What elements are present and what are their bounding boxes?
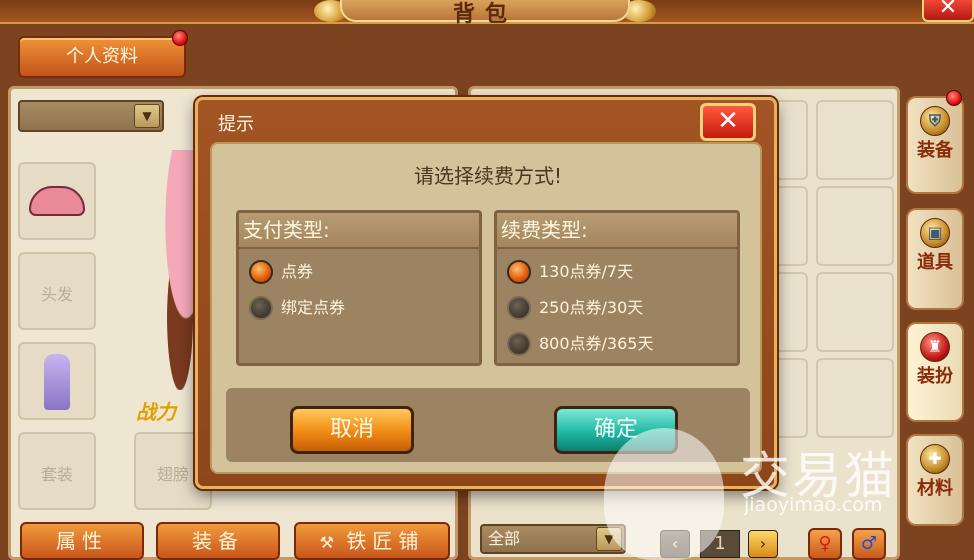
dialog-close-button[interactable]: ✕ — [700, 103, 756, 141]
next-page-button[interactable]: › — [748, 530, 778, 558]
renew-option-365d[interactable]: 800点券/365天 — [507, 329, 653, 359]
chevron-down-icon[interactable]: ▼ — [134, 104, 160, 128]
blacksmith-label: 铁匠铺 — [346, 529, 425, 553]
tab-equipment-label: 装备 — [917, 140, 953, 161]
item-slot[interactable] — [816, 272, 894, 352]
pay-option-label: 点券 — [281, 262, 314, 281]
tab-materials-label: 材料 — [917, 478, 953, 499]
radio-unselected-icon[interactable] — [507, 296, 531, 320]
radio-selected-icon[interactable] — [249, 260, 273, 284]
cancel-button[interactable]: 取消 — [290, 406, 414, 454]
radio-unselected-icon[interactable] — [249, 296, 273, 320]
pay-type-group: 支付类型: 点券 绑定点券 — [236, 210, 482, 366]
pay-option-bound-coupon[interactable]: 绑定点券 — [249, 293, 345, 323]
window-close-button[interactable]: ✕ — [922, 0, 974, 22]
puzzle-icon: ✚ — [920, 444, 950, 474]
attributes-button[interactable]: 属性 — [20, 522, 144, 560]
slot-dress[interactable] — [18, 342, 96, 420]
slot-hair[interactable]: 头发 — [18, 252, 96, 330]
item-slot[interactable] — [816, 358, 894, 438]
watermark-cat-logo — [604, 428, 724, 560]
pay-option-label: 绑定点券 — [281, 298, 346, 317]
outfit-icon: ♜ — [920, 332, 950, 362]
dialog-prompt: 请选择续费方式! — [413, 164, 563, 188]
notification-dot-icon — [946, 90, 962, 106]
power-label: 战力 — [136, 400, 176, 424]
tab-outfit[interactable]: ♜ 装扮 — [906, 322, 964, 422]
male-filter-button[interactable]: ♂ — [852, 528, 886, 560]
watermark-url: jiaoyimao.com — [744, 494, 883, 516]
filter-dropdown[interactable]: 全部 ▼ — [480, 524, 626, 554]
renew-option-30d[interactable]: 250点券/30天 — [507, 293, 643, 323]
equipment-button[interactable]: 装备 — [156, 522, 280, 560]
tab-outfit-label: 装扮 — [917, 366, 953, 387]
renew-type-group: 续费类型: 130点券/7天 250点券/30天 800点券/365天 — [494, 210, 740, 366]
tab-profile[interactable]: 个人资料 — [18, 36, 186, 78]
pink-hat-icon — [29, 186, 85, 216]
notification-dot-icon — [172, 30, 188, 46]
item-slot[interactable] — [816, 100, 894, 180]
dress-icon — [44, 354, 70, 410]
renew-option-label: 800点券/365天 — [539, 334, 654, 353]
dialog-title: 提示 — [218, 114, 254, 135]
chest-icon: ▣ — [920, 218, 950, 248]
hammer-icon: ⚒ — [319, 533, 334, 552]
renew-type-title: 续费类型: — [497, 213, 737, 249]
item-slot[interactable] — [816, 186, 894, 266]
radio-unselected-icon[interactable] — [507, 332, 531, 356]
dialog-body: 请选择续费方式! 支付类型: 点券 绑定点券 续费类型: 130点券/7天 25… — [210, 142, 762, 474]
tab-items[interactable]: ▣ 道具 — [906, 208, 964, 310]
renew-option-label: 250点券/30天 — [539, 298, 644, 317]
renew-dialog: 提示 ✕ 请选择续费方式! 支付类型: 点券 绑定点券 续费类型: 130点券/… — [195, 97, 777, 489]
radio-selected-icon[interactable] — [507, 260, 531, 284]
pay-type-title: 支付类型: — [239, 213, 479, 249]
tab-equipment[interactable]: ⛨ 装备 — [906, 96, 964, 194]
female-filter-button[interactable]: ♀ — [808, 528, 842, 560]
renew-option-label: 130点券/7天 — [539, 262, 634, 281]
shield-icon: ⛨ — [920, 106, 950, 136]
slot-hat[interactable] — [18, 162, 96, 240]
character-dropdown[interactable]: ▼ — [18, 100, 164, 132]
blacksmith-button[interactable]: ⚒ 铁匠铺 — [294, 522, 450, 560]
tab-materials[interactable]: ✚ 材料 — [906, 434, 964, 526]
window-title: 背包 — [340, 0, 630, 27]
filter-value: 全部 — [488, 529, 521, 548]
slot-suit[interactable]: 套装 — [18, 432, 96, 510]
tab-items-label: 道具 — [917, 252, 953, 273]
renew-option-7d[interactable]: 130点券/7天 — [507, 257, 633, 287]
pay-option-coupon[interactable]: 点券 — [249, 257, 313, 287]
